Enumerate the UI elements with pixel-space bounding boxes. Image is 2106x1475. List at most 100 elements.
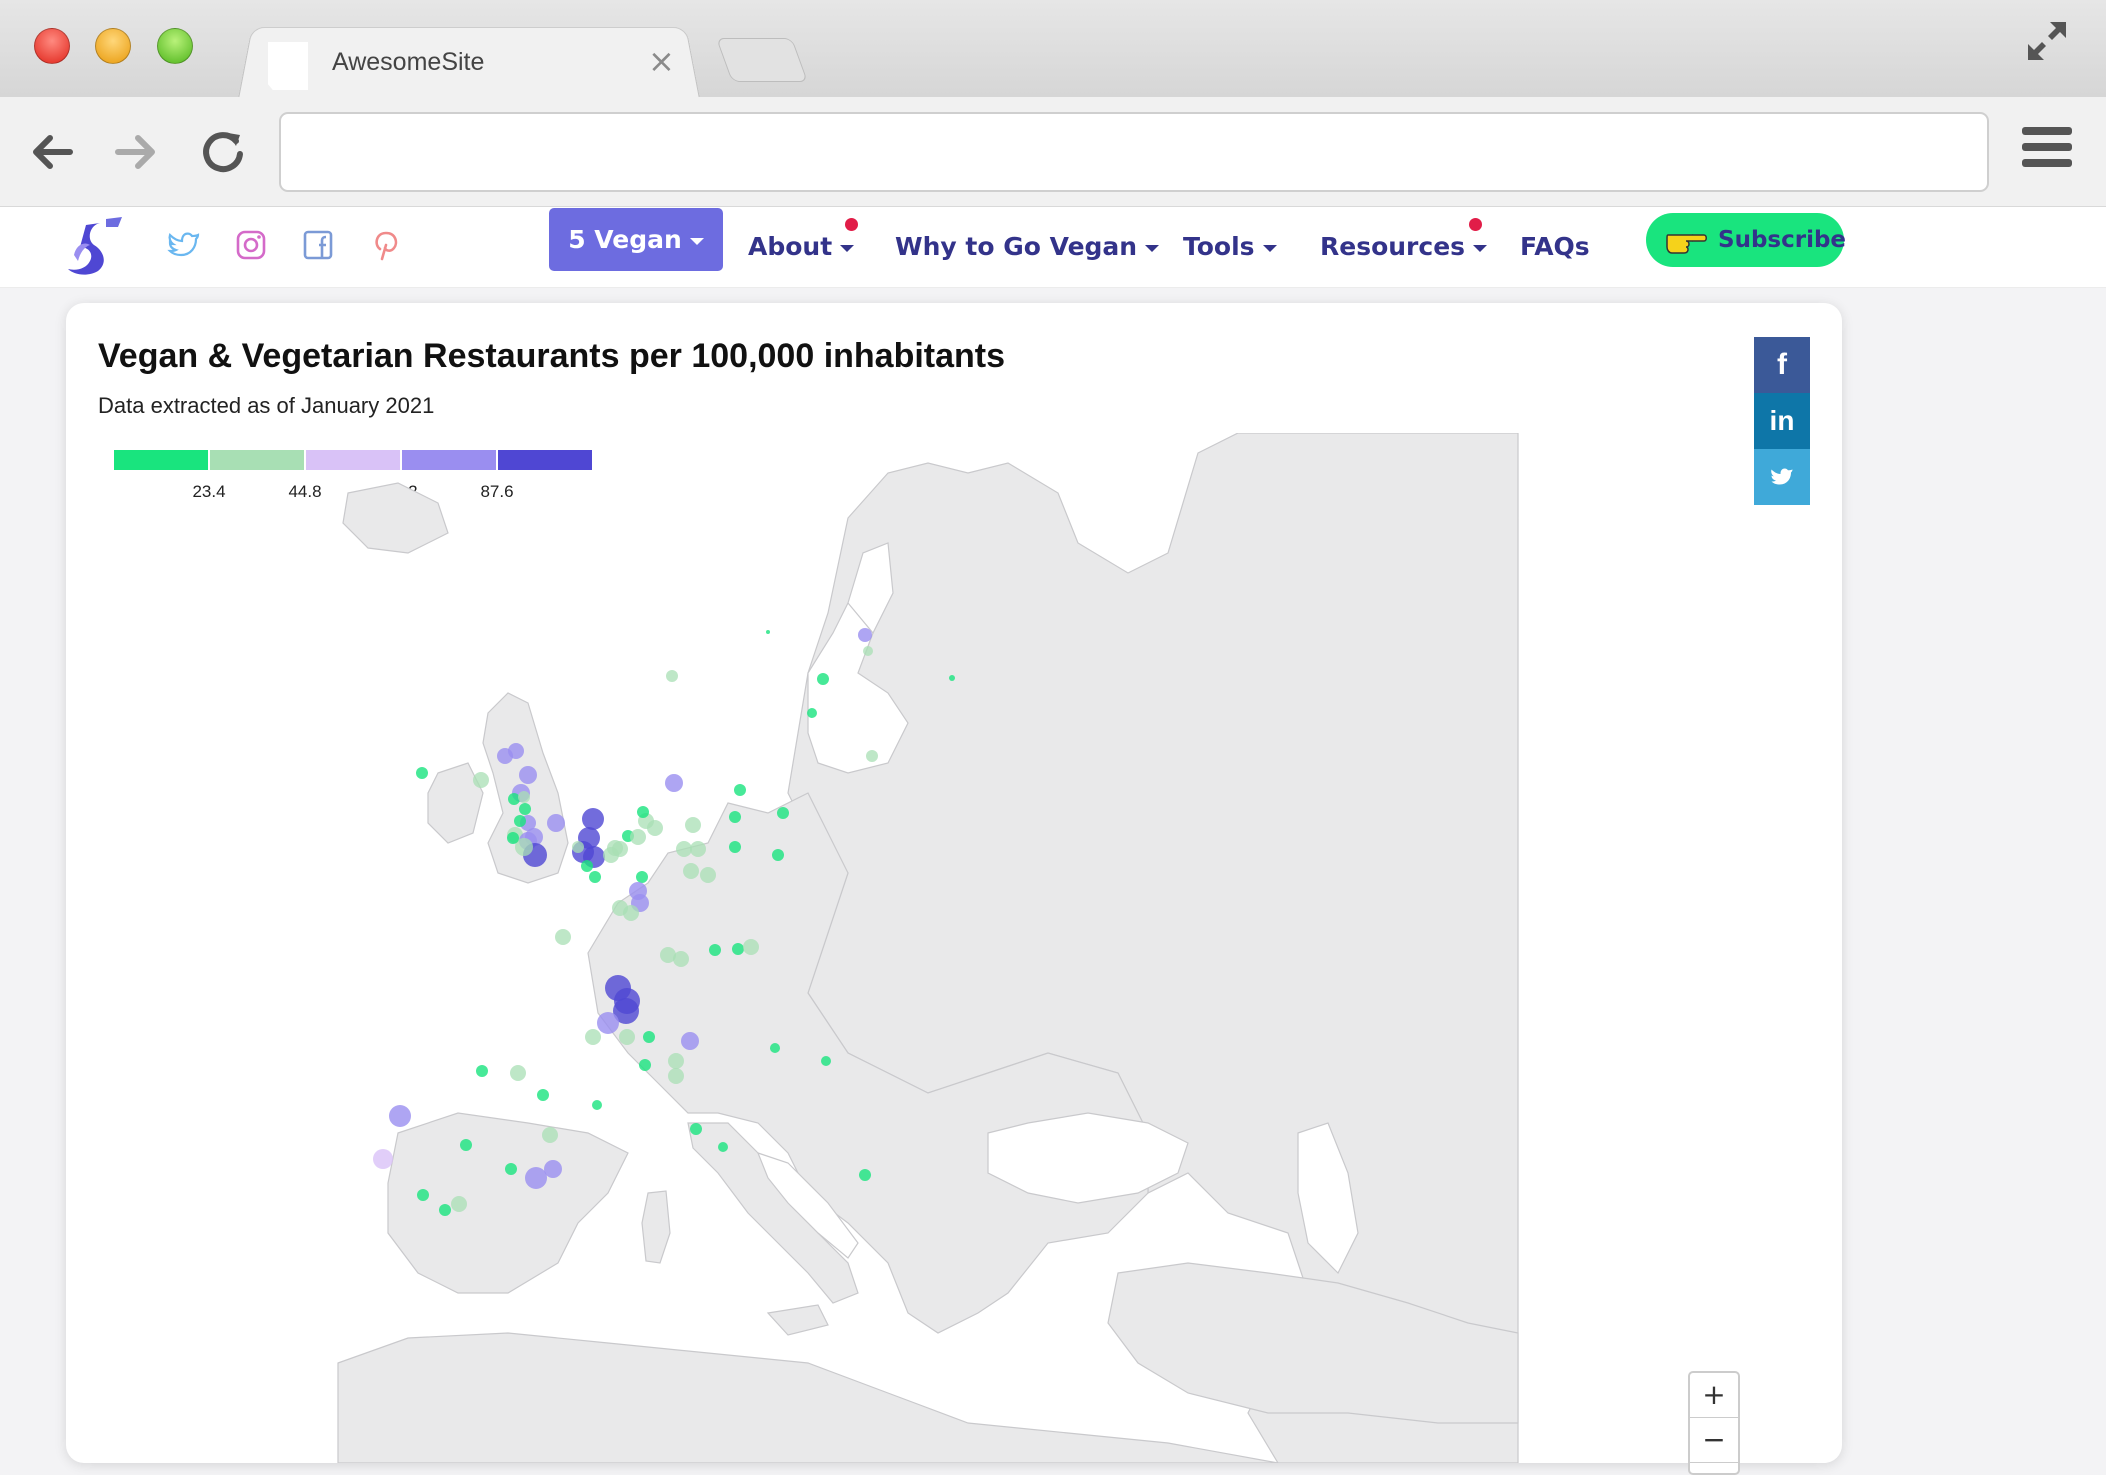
city-bubble-19[interactable] bbox=[547, 814, 565, 832]
city-bubble-10[interactable] bbox=[416, 767, 428, 779]
city-bubble-85[interactable] bbox=[544, 1160, 562, 1178]
facebook-share-button[interactable]: f bbox=[1754, 337, 1810, 393]
city-bubble-45[interactable] bbox=[777, 807, 789, 819]
city-bubble-35[interactable] bbox=[589, 871, 601, 883]
city-bubble-81[interactable] bbox=[460, 1139, 472, 1151]
city-bubble-69[interactable] bbox=[643, 1031, 655, 1043]
city-bubble-66[interactable] bbox=[597, 1012, 619, 1034]
close-window-button[interactable] bbox=[34, 28, 70, 64]
city-bubble-20[interactable] bbox=[508, 793, 520, 805]
city-bubble-21[interactable] bbox=[518, 791, 530, 803]
city-bubble-76[interactable] bbox=[510, 1065, 526, 1081]
nav-5-vegan-button[interactable]: 5 Vegan bbox=[549, 208, 723, 271]
reload-icon[interactable] bbox=[198, 127, 248, 177]
city-bubble-49[interactable] bbox=[690, 841, 706, 857]
city-bubble-28[interactable] bbox=[582, 808, 604, 830]
facebook-icon[interactable] bbox=[298, 225, 338, 265]
nav-faqs[interactable]: FAQs bbox=[1520, 225, 1590, 269]
city-bubble-1[interactable] bbox=[858, 628, 872, 642]
city-bubble-27[interactable] bbox=[507, 832, 519, 844]
city-bubble-56[interactable] bbox=[623, 905, 639, 921]
city-bubble-44[interactable] bbox=[729, 811, 741, 823]
city-bubble-61[interactable] bbox=[732, 943, 744, 955]
city-bubble-67[interactable] bbox=[585, 1029, 601, 1045]
city-bubble-22[interactable] bbox=[514, 815, 526, 827]
city-bubble-74[interactable] bbox=[770, 1043, 780, 1053]
city-bubble-59[interactable] bbox=[673, 951, 689, 967]
city-bubble-72[interactable] bbox=[668, 1053, 684, 1069]
city-bubble-3[interactable] bbox=[817, 673, 829, 685]
city-bubble-14[interactable] bbox=[519, 766, 537, 784]
europe-map[interactable] bbox=[288, 433, 1588, 1463]
city-bubble-70[interactable] bbox=[639, 1059, 651, 1071]
zoom-out-button[interactable]: − bbox=[1690, 1418, 1738, 1463]
city-bubble-86[interactable] bbox=[525, 1167, 547, 1189]
city-bubble-32[interactable] bbox=[572, 841, 584, 853]
city-bubble-71[interactable] bbox=[681, 1032, 699, 1050]
new-tab-button[interactable] bbox=[715, 38, 809, 82]
city-bubble-87[interactable] bbox=[417, 1189, 429, 1201]
nav-tools[interactable]: Tools bbox=[1183, 225, 1277, 269]
city-bubble-46[interactable] bbox=[729, 841, 741, 853]
city-bubble-92[interactable] bbox=[859, 1169, 871, 1181]
city-bubble-88[interactable] bbox=[451, 1196, 467, 1212]
url-bar[interactable] bbox=[279, 112, 1989, 192]
tab-close-icon[interactable]: × bbox=[648, 42, 675, 80]
city-bubble-62[interactable] bbox=[743, 939, 759, 955]
subscribe-button[interactable]: Subscribe bbox=[1646, 213, 1846, 267]
city-bubble-7[interactable] bbox=[866, 750, 878, 762]
city-bubble-51[interactable] bbox=[700, 867, 716, 883]
city-bubble-90[interactable] bbox=[690, 1123, 702, 1135]
city-bubble-0[interactable] bbox=[766, 630, 770, 634]
city-bubble-16[interactable] bbox=[519, 803, 531, 815]
instagram-icon[interactable] bbox=[231, 225, 271, 265]
city-bubble-4[interactable] bbox=[666, 670, 678, 682]
maximize-window-button[interactable] bbox=[157, 28, 193, 64]
city-bubble-5[interactable] bbox=[949, 675, 955, 681]
browser-menu-icon[interactable] bbox=[2022, 127, 2072, 175]
nav-resources[interactable]: Resources bbox=[1320, 225, 1488, 269]
nav-why-to-go-vegan[interactable]: Why to Go Vegan bbox=[895, 225, 1160, 269]
city-bubble-68[interactable] bbox=[619, 1029, 635, 1045]
city-bubble-79[interactable] bbox=[592, 1100, 602, 1110]
city-bubble-39[interactable] bbox=[630, 829, 646, 845]
five-vegan-logo-icon[interactable] bbox=[60, 215, 130, 279]
city-bubble-6[interactable] bbox=[807, 708, 817, 718]
twitter-icon[interactable] bbox=[164, 225, 204, 265]
city-bubble-9[interactable] bbox=[734, 784, 746, 796]
city-bubble-13[interactable] bbox=[508, 743, 524, 759]
city-bubble-78[interactable] bbox=[537, 1089, 549, 1101]
city-bubble-89[interactable] bbox=[439, 1204, 451, 1216]
city-bubble-11[interactable] bbox=[473, 772, 489, 788]
city-bubble-75[interactable] bbox=[821, 1056, 831, 1066]
city-bubble-37[interactable] bbox=[612, 841, 628, 857]
twitter-share-button[interactable] bbox=[1754, 449, 1810, 505]
city-bubble-34[interactable] bbox=[581, 860, 593, 872]
city-bubble-73[interactable] bbox=[668, 1068, 684, 1084]
city-bubble-42[interactable] bbox=[637, 806, 649, 818]
city-bubble-2[interactable] bbox=[863, 646, 873, 656]
fullscreen-icon[interactable] bbox=[2022, 16, 2072, 66]
city-bubble-43[interactable] bbox=[685, 817, 701, 833]
city-bubble-83[interactable] bbox=[373, 1149, 393, 1169]
city-bubble-91[interactable] bbox=[718, 1142, 728, 1152]
city-bubble-8[interactable] bbox=[665, 774, 683, 792]
city-bubble-52[interactable] bbox=[636, 871, 648, 883]
city-bubble-41[interactable] bbox=[647, 820, 663, 836]
city-bubble-60[interactable] bbox=[709, 944, 721, 956]
zoom-in-button[interactable]: + bbox=[1690, 1373, 1738, 1418]
city-bubble-84[interactable] bbox=[505, 1163, 517, 1175]
city-bubble-48[interactable] bbox=[676, 841, 692, 857]
city-bubble-57[interactable] bbox=[555, 929, 571, 945]
linkedin-share-button[interactable]: in bbox=[1754, 393, 1810, 449]
nav-about[interactable]: About bbox=[748, 225, 855, 269]
city-bubble-80[interactable] bbox=[389, 1105, 411, 1127]
city-bubble-50[interactable] bbox=[683, 863, 699, 879]
pinterest-icon[interactable] bbox=[366, 225, 406, 265]
city-bubble-77[interactable] bbox=[476, 1065, 488, 1077]
city-bubble-47[interactable] bbox=[772, 849, 784, 861]
city-bubble-82[interactable] bbox=[542, 1127, 558, 1143]
back-arrow-icon[interactable] bbox=[26, 127, 76, 177]
minimize-window-button[interactable] bbox=[95, 28, 131, 64]
forward-arrow-icon[interactable] bbox=[112, 127, 162, 177]
